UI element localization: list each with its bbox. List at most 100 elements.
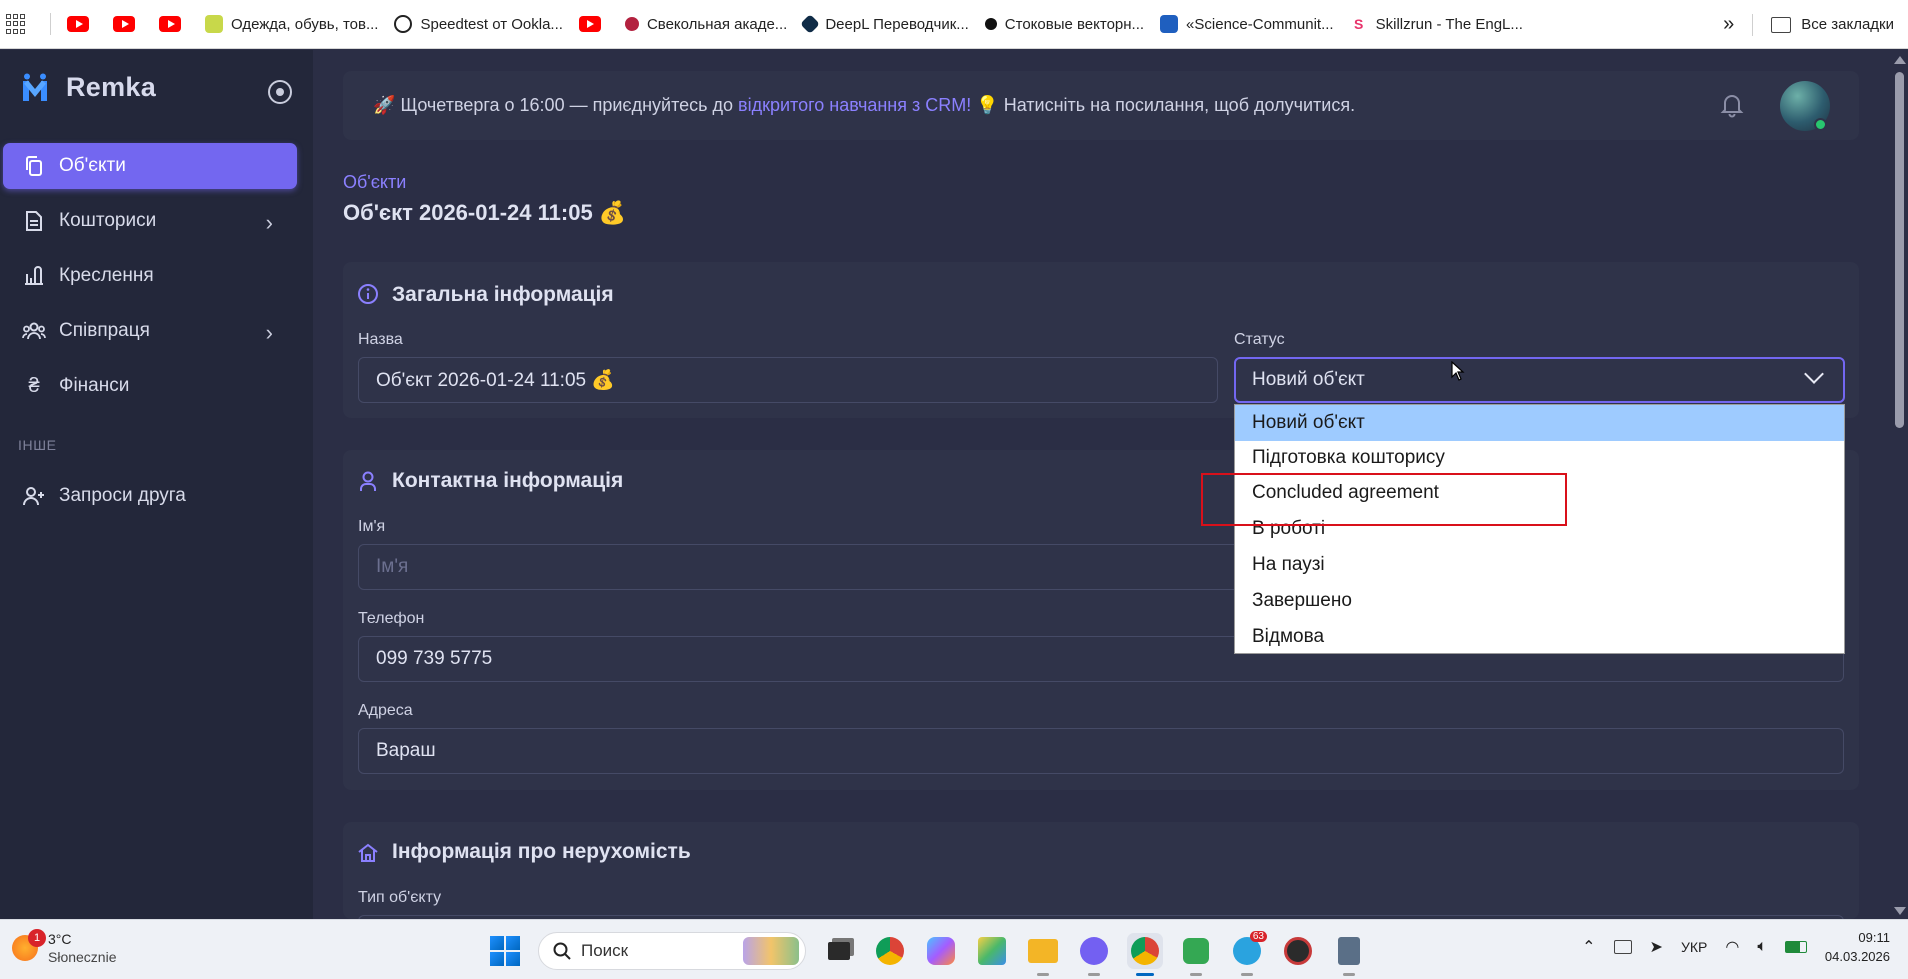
annotation-highlight-box bbox=[1201, 473, 1567, 526]
device-icon[interactable] bbox=[1613, 940, 1632, 954]
taskbar-explorer[interactable] bbox=[1025, 933, 1061, 976]
folder-icon bbox=[1771, 16, 1792, 33]
taskbar-copilot[interactable] bbox=[923, 933, 959, 969]
object-name-input[interactable]: Об'єкт 2026-01-24 11:05 💰 bbox=[358, 357, 1218, 403]
property-info-card: Інформація про нерухомість Тип об'єкту bbox=[343, 822, 1859, 961]
chevron-up-icon[interactable]: ⌃ bbox=[1582, 937, 1595, 957]
bookmark-speedtest[interactable]: Speedtest от Ookla... bbox=[386, 8, 570, 40]
bulb-icon: 💡 bbox=[976, 95, 999, 115]
banner-text-after: Натисніть на посилання, щоб долучитися. bbox=[998, 95, 1356, 115]
scrollbar-thumb[interactable] bbox=[1895, 72, 1904, 428]
task-view-icon bbox=[828, 942, 850, 960]
status-option[interactable]: На паузі bbox=[1235, 547, 1844, 583]
page-scrollbar[interactable] bbox=[1890, 50, 1908, 919]
all-bookmarks-link[interactable]: Все закладки bbox=[1801, 16, 1894, 33]
chrome-icon bbox=[1131, 937, 1159, 965]
sidebar-section-heading: ІНШЕ bbox=[18, 437, 57, 453]
scroll-up-arrow-icon[interactable] bbox=[1894, 56, 1906, 64]
location-arrow-icon[interactable]: ➤ bbox=[1650, 937, 1663, 957]
apps-grid-icon[interactable] bbox=[6, 14, 26, 34]
scroll-down-arrow-icon[interactable] bbox=[1894, 907, 1906, 915]
sidebar-toggle-button[interactable] bbox=[268, 80, 292, 104]
media-player-icon bbox=[1284, 937, 1312, 965]
taskbar-telegram[interactable]: 63 bbox=[1229, 931, 1267, 976]
bookmark-store[interactable]: Одежда, обувь, тов... bbox=[197, 8, 386, 40]
taskbar-chrome-active[interactable] bbox=[1127, 933, 1163, 976]
status-option[interactable]: Підготовка кошторису bbox=[1235, 440, 1844, 476]
bookmark-stock[interactable]: Стоковые векторн... bbox=[977, 8, 1152, 40]
sidebar-item-objects[interactable]: Об'єкти bbox=[3, 143, 297, 189]
taskbar-viber[interactable] bbox=[1076, 933, 1112, 976]
telegram-badge: 63 bbox=[1249, 931, 1267, 942]
volume-icon[interactable]: 🔈︎ bbox=[1757, 938, 1767, 956]
app-logo[interactable]: Remka bbox=[22, 72, 156, 103]
calculator-icon bbox=[1338, 937, 1360, 965]
taskbar-paint[interactable] bbox=[974, 933, 1010, 969]
task-view-button[interactable] bbox=[821, 933, 857, 969]
bookmark-skillzrun[interactable]: S Skillzrun - The EngL... bbox=[1342, 8, 1531, 40]
running-indicator bbox=[1241, 973, 1253, 976]
bookmark-science[interactable]: «Science-Communit... bbox=[1152, 8, 1342, 40]
address-input[interactable]: Вараш bbox=[358, 728, 1844, 774]
taskbar: 3°C Słonecznie 1 Поиск 63 ⌃ ➤ УКР ◠ 🔈︎ 0… bbox=[0, 919, 1908, 979]
bookmark-youtube-3[interactable] bbox=[151, 8, 197, 40]
beet-icon bbox=[624, 17, 639, 31]
crm-training-link[interactable]: відкритого навчання з CRM! bbox=[738, 95, 971, 115]
bookmarks-overflow-button[interactable]: » bbox=[1723, 13, 1734, 36]
battery-icon[interactable] bbox=[1784, 941, 1807, 953]
taskbar-chrome-1[interactable] bbox=[872, 933, 908, 969]
contact-name-label: Ім'я bbox=[358, 518, 386, 535]
rocket-icon: 🚀 bbox=[373, 95, 396, 115]
sidebar-item-label: Об'єкти bbox=[59, 155, 126, 176]
taskbar-apps: Поиск 63 bbox=[487, 931, 1367, 976]
breadcrumb[interactable]: Об'єкти bbox=[343, 172, 406, 193]
copilot-icon bbox=[927, 937, 955, 965]
bookmark-youtube-4[interactable] bbox=[571, 8, 617, 40]
sidebar-item-drawings[interactable]: Креслення bbox=[3, 253, 297, 299]
taskbar-search[interactable]: Поиск bbox=[538, 932, 806, 970]
status-select[interactable]: Новий об'єкт bbox=[1234, 357, 1845, 403]
store-icon bbox=[205, 15, 223, 33]
bookmark-label: DeepL Переводчик... bbox=[825, 15, 969, 33]
bookmark-youtube-2[interactable] bbox=[105, 8, 151, 40]
taskbar-phone-app[interactable] bbox=[1178, 933, 1214, 976]
bookmark-deepl[interactable]: DeepL Переводчик... bbox=[795, 8, 976, 40]
stock-icon bbox=[984, 18, 997, 30]
clock[interactable]: 09:11 04.03.2026 bbox=[1825, 928, 1890, 966]
bookmarks-separator bbox=[50, 13, 51, 35]
sidebar-item-cooperation[interactable]: Співпраця › bbox=[3, 308, 297, 354]
sidebar-item-finance[interactable]: ₴ Фінанси bbox=[3, 363, 297, 409]
start-button[interactable] bbox=[487, 933, 523, 969]
status-option[interactable]: Відмова bbox=[1235, 619, 1844, 655]
sidebar-item-estimates[interactable]: Кошториси › bbox=[3, 198, 297, 244]
app-name: Remka bbox=[66, 72, 157, 102]
mouse-cursor-icon bbox=[1451, 361, 1465, 381]
bookmark-beet[interactable]: Свекольная акаде... bbox=[617, 8, 795, 40]
paint-icon bbox=[978, 937, 1006, 965]
sidebar-item-invite-friend[interactable]: Запроси друга bbox=[3, 473, 297, 519]
phone-icon bbox=[1183, 938, 1209, 964]
wifi-icon[interactable]: ◠ bbox=[1725, 937, 1739, 957]
search-highlight-image bbox=[743, 937, 799, 965]
status-option[interactable]: Новий об'єкт bbox=[1235, 405, 1844, 441]
weather-condition: Słonecznie bbox=[48, 949, 117, 965]
sidebar-item-label: Креслення bbox=[59, 265, 154, 286]
name-label: Назва bbox=[358, 331, 403, 348]
youtube-icon bbox=[578, 16, 601, 32]
running-indicator bbox=[1190, 973, 1202, 976]
taskbar-media-player[interactable] bbox=[1280, 933, 1316, 969]
language-indicator[interactable]: УКР bbox=[1681, 939, 1707, 955]
info-icon bbox=[358, 284, 378, 304]
sidebar-item-label: Співпраця bbox=[59, 320, 150, 341]
taskbar-calculator[interactable] bbox=[1331, 933, 1367, 976]
clock-time: 09:11 bbox=[1858, 930, 1890, 945]
status-option[interactable]: Завершено bbox=[1235, 583, 1844, 619]
document-icon bbox=[21, 210, 47, 232]
weather-badge: 1 bbox=[28, 929, 46, 947]
user-icon bbox=[360, 471, 376, 491]
windows-icon bbox=[490, 936, 520, 966]
bookmark-youtube-1[interactable] bbox=[59, 8, 105, 40]
banner-text: 🚀 Щочетверга о 16:00 — приєднуйтесь до в… bbox=[373, 95, 1355, 116]
sidebar-item-label: Кошториси bbox=[59, 210, 157, 231]
bell-icon[interactable] bbox=[1720, 92, 1744, 118]
